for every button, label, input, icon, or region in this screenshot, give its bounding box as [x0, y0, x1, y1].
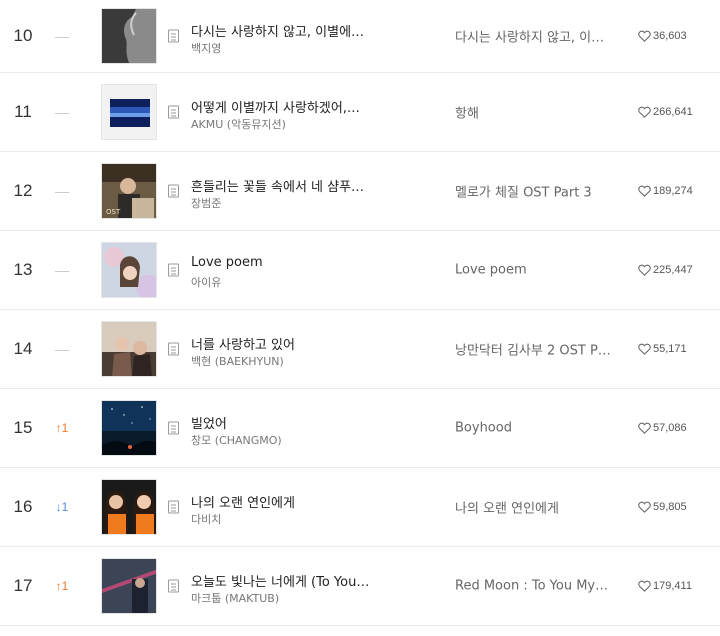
rank-change: ↑1 — [50, 421, 74, 435]
like-count: 189,274 — [653, 185, 693, 197]
album-name[interactable]: 낭만닥터 김사부 2 OST P… — [455, 340, 611, 359]
lyric-doc-icon[interactable] — [168, 263, 179, 277]
rank-change: — — [50, 183, 74, 199]
artist-name[interactable]: 창모 (CHANGMO) — [191, 432, 282, 448]
chart-row[interactable]: 10 — 다시는 사랑하지 않고, 이별에… 백지영 다시는 사랑하지 않고, 이… 36… — [0, 0, 720, 73]
rank-change: — — [50, 262, 74, 278]
like-count: 57,086 — [653, 422, 687, 434]
chart-row[interactable]: 16 ↓1 나의 오랜 연인에게 다비치 나의 오랜 연인에게 59,805 — [0, 468, 720, 547]
artist-name[interactable]: 다비치 — [191, 511, 221, 527]
rank-change-value: — — [55, 262, 69, 278]
like-count: 179,411 — [653, 580, 692, 592]
song-title[interactable]: 오늘도 빛나는 너에게 (To You… — [191, 571, 369, 590]
album-cover[interactable] — [101, 321, 157, 377]
album-cover[interactable] — [101, 242, 157, 298]
artist-name[interactable]: 장범준 — [191, 195, 221, 211]
like-button[interactable]: 36,603 — [638, 30, 687, 42]
rank-change-value: 1 — [61, 579, 69, 593]
like-button[interactable]: 189,274 — [638, 185, 693, 197]
chart-list: 10 — 다시는 사랑하지 않고, 이별에… 백지영 다시는 사랑하지 않고, 이… 36… — [0, 0, 720, 626]
album-cover[interactable] — [101, 400, 157, 456]
artist-name[interactable]: AKMU (악동뮤지션) — [191, 116, 286, 132]
album-cover[interactable] — [101, 479, 157, 535]
artist-name[interactable]: 마크툽 (MAKTUB) — [191, 590, 279, 606]
rank-number: 13 — [13, 260, 33, 279]
lyric-doc-icon[interactable] — [168, 105, 179, 119]
heart-icon — [638, 580, 653, 592]
like-count: 225,447 — [653, 264, 693, 276]
rank-change: — — [50, 104, 74, 120]
rank-change-value: — — [55, 341, 69, 357]
song-title[interactable]: 너를 사랑하고 있어 — [191, 334, 295, 353]
album-name[interactable]: 다시는 사랑하지 않고, 이… — [455, 27, 604, 46]
chart-row[interactable]: 11 — 어떻게 이별까지 사랑하겠어,… AKMU (악동뮤지션) 항해 266,641 — [0, 73, 720, 152]
lyric-doc-icon[interactable] — [168, 500, 179, 514]
album-name[interactable]: 나의 오랜 연인에게 — [455, 498, 559, 517]
rank-change-value: — — [55, 104, 69, 120]
song-title[interactable]: 다시는 사랑하지 않고, 이별에… — [191, 21, 364, 40]
like-button[interactable]: 55,171 — [638, 343, 687, 355]
rank-change: — — [50, 28, 74, 44]
like-button[interactable]: 179,411 — [638, 580, 692, 592]
heart-icon — [638, 422, 653, 434]
chart-row[interactable]: 12 — OST 흔들리는 꽃들 속에서 네 샴푸… 장범준 멜로가 체질 OST Par… — [0, 152, 720, 231]
rank-change: ↓1 — [50, 500, 74, 514]
heart-icon — [638, 106, 653, 118]
album-name[interactable]: 항해 — [455, 103, 479, 122]
like-count: 59,805 — [653, 501, 687, 513]
song-title[interactable]: Love poem — [191, 255, 263, 270]
album-cover[interactable] — [101, 558, 157, 614]
lyric-doc-icon[interactable] — [168, 29, 179, 43]
rank-change: — — [50, 341, 74, 357]
rank-number: 11 — [14, 102, 32, 121]
heart-icon — [638, 185, 653, 197]
rank-number: 15 — [13, 418, 33, 437]
rank-change-value: 1 — [61, 421, 69, 435]
rank-change-value: — — [55, 183, 69, 199]
svg-text:OST: OST — [106, 208, 121, 216]
artist-name[interactable]: 백현 (BAEKHYUN) — [191, 353, 284, 369]
heart-icon — [638, 264, 653, 276]
like-count: 36,603 — [653, 30, 687, 42]
chart-row[interactable]: 13 — Love poem 아이유 Love poem 225,447 — [0, 231, 720, 310]
song-title[interactable]: 어떻게 이별까지 사랑하겠어,… — [191, 97, 360, 116]
like-count: 55,171 — [653, 343, 687, 355]
song-title[interactable]: 빌었어 — [191, 413, 227, 432]
album-name[interactable]: Red Moon : To You My… — [455, 579, 608, 594]
rank-number: 16 — [13, 497, 33, 516]
lyric-doc-icon[interactable] — [168, 579, 179, 593]
like-button[interactable]: 225,447 — [638, 264, 693, 276]
heart-icon — [638, 343, 653, 355]
album-name[interactable]: 멜로가 체질 OST Part 3 — [455, 182, 592, 201]
heart-icon — [638, 501, 653, 513]
chart-row[interactable]: 17 ↑1 오늘도 빛나는 너에게 (To You… 마크툽 (MAKTUB) Red … — [0, 547, 720, 626]
album-name[interactable]: Boyhood — [455, 421, 512, 436]
rank-number: 12 — [13, 181, 33, 200]
like-button[interactable]: 57,086 — [638, 422, 687, 434]
rank-number: 14 — [13, 339, 33, 358]
rank-change: ↑1 — [50, 579, 74, 593]
chart-row[interactable]: 14 — 너를 사랑하고 있어 백현 (BAEKHYUN) 낭만닥터 김사부 2 OST… — [0, 310, 720, 389]
artist-name[interactable]: 아이유 — [191, 274, 221, 290]
album-name[interactable]: Love poem — [455, 263, 527, 278]
lyric-doc-icon[interactable] — [168, 421, 179, 435]
song-title[interactable]: 흔들리는 꽃들 속에서 네 샴푸… — [191, 176, 364, 195]
chart-row[interactable]: 15 ↑1 빌었어 창모 (CHANGMO) Boyhood 57,086 — [0, 389, 720, 468]
heart-icon — [638, 30, 653, 42]
rank-number: 10 — [13, 26, 33, 45]
like-count: 266,641 — [653, 106, 693, 118]
like-button[interactable]: 59,805 — [638, 501, 687, 513]
song-title[interactable]: 나의 오랜 연인에게 — [191, 492, 295, 511]
rank-change-value: — — [55, 28, 69, 44]
lyric-doc-icon[interactable] — [168, 342, 179, 356]
album-cover[interactable] — [101, 84, 157, 140]
lyric-doc-icon[interactable] — [168, 184, 179, 198]
rank-number: 17 — [13, 576, 33, 595]
album-cover[interactable] — [101, 8, 157, 64]
rank-change-value: 1 — [61, 500, 69, 514]
album-cover[interactable]: OST — [101, 163, 157, 219]
artist-name[interactable]: 백지영 — [191, 40, 221, 56]
like-button[interactable]: 266,641 — [638, 106, 693, 118]
